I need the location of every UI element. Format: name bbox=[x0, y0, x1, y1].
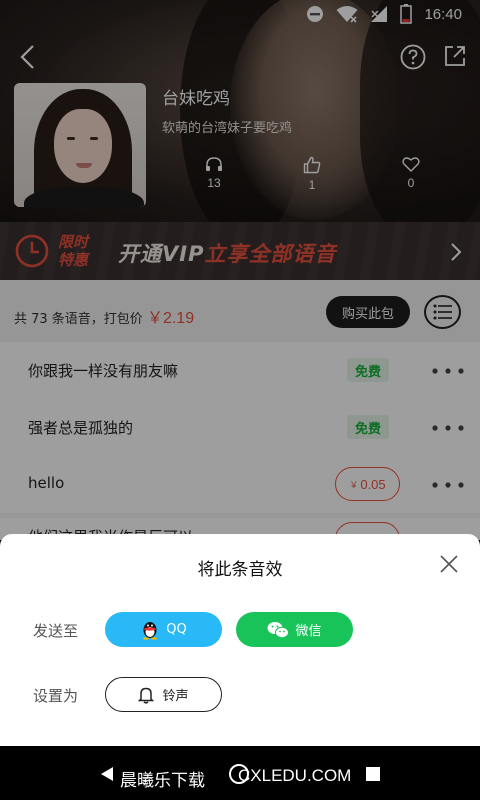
bell-icon bbox=[138, 687, 155, 704]
sheet-title: 将此条音效 bbox=[197, 560, 283, 580]
ringtone-label: 铃声 bbox=[162, 689, 189, 704]
share-sheet: 将此条音效 发送至 QQ 微信 设置为 铃声 bbox=[0, 534, 480, 746]
set-as-label: 设置为 bbox=[33, 687, 79, 705]
send-to-label: 发送至 bbox=[33, 622, 79, 640]
wechat-icon bbox=[267, 621, 290, 638]
set-ringtone-button[interactable]: 铃声 bbox=[105, 677, 222, 712]
close-icon bbox=[440, 555, 458, 573]
modal-backdrop[interactable] bbox=[0, 0, 480, 540]
qq-label: QQ bbox=[166, 622, 187, 637]
nav-back-button[interactable] bbox=[100, 766, 114, 782]
watermark-url: CXLEDU.COM bbox=[238, 766, 352, 785]
triangle-back-icon bbox=[101, 767, 113, 781]
qq-penguin-icon bbox=[143, 621, 158, 640]
nav-recents-button[interactable] bbox=[366, 767, 380, 781]
watermark-text: 晨曦乐下载 bbox=[120, 771, 205, 791]
wechat-label: 微信 bbox=[295, 624, 322, 639]
share-wechat-button[interactable]: 微信 bbox=[236, 612, 353, 647]
close-button[interactable] bbox=[440, 555, 458, 573]
share-qq-button[interactable]: QQ bbox=[105, 612, 222, 647]
